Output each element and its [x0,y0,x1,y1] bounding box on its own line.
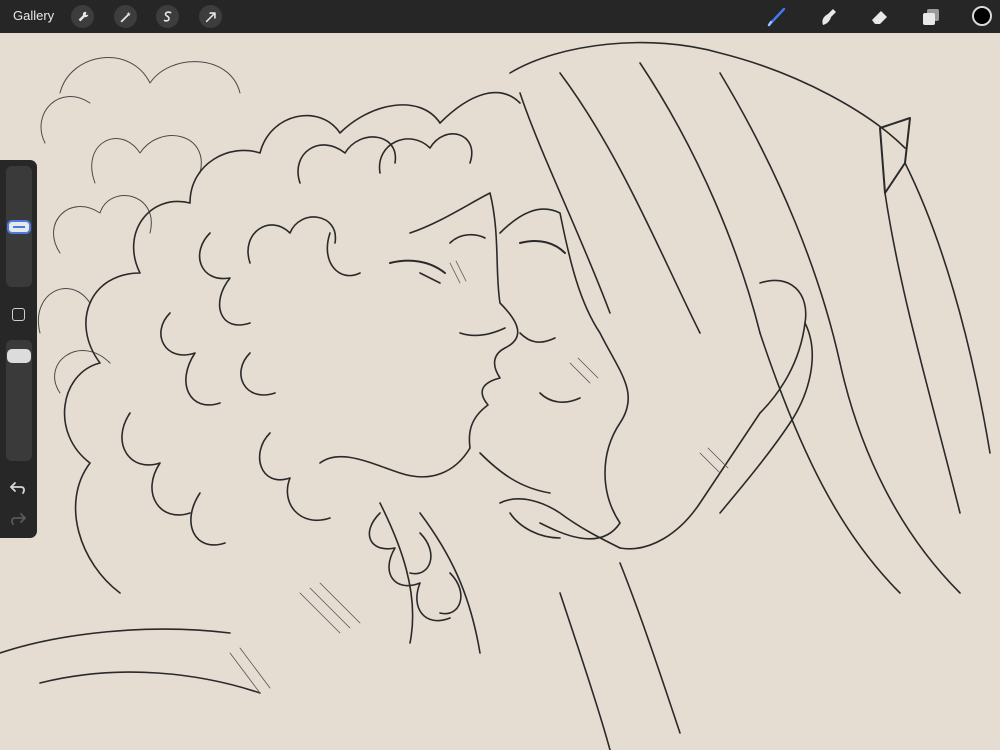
layers-button[interactable] [918,4,944,30]
redo-icon[interactable] [9,511,27,527]
wrench-icon [78,11,88,21]
magic-wand-icon [120,11,131,22]
transform-arrow-icon [205,11,216,22]
smudge-icon [822,9,836,25]
opacity-slider[interactable] [6,340,32,461]
selection-icon [163,10,171,22]
sketch-artwork [0,41,991,750]
actions-button[interactable] [71,5,94,28]
undo-icon[interactable] [9,480,27,496]
left-sidebar [0,160,37,538]
top-toolbar: Gallery [0,0,1000,33]
adjustments-button[interactable] [114,5,137,28]
modify-button[interactable] [12,308,25,321]
brush-size-slider-thumb[interactable] [7,219,31,234]
transform-button[interactable] [199,5,222,28]
smudge-tool-button[interactable] [816,4,842,30]
brush-tool-button[interactable] [764,4,790,30]
gallery-button[interactable]: Gallery [13,8,54,23]
drawing-canvas[interactable] [0,33,1000,750]
brush-icon [767,7,786,27]
selection-button[interactable] [156,5,179,28]
opacity-slider-thumb[interactable] [7,349,31,364]
eraser-tool-button[interactable] [867,4,893,30]
eraser-icon [872,11,887,24]
brush-size-slider[interactable] [6,166,32,287]
color-picker-button[interactable] [972,6,992,26]
layers-icon [923,9,939,25]
